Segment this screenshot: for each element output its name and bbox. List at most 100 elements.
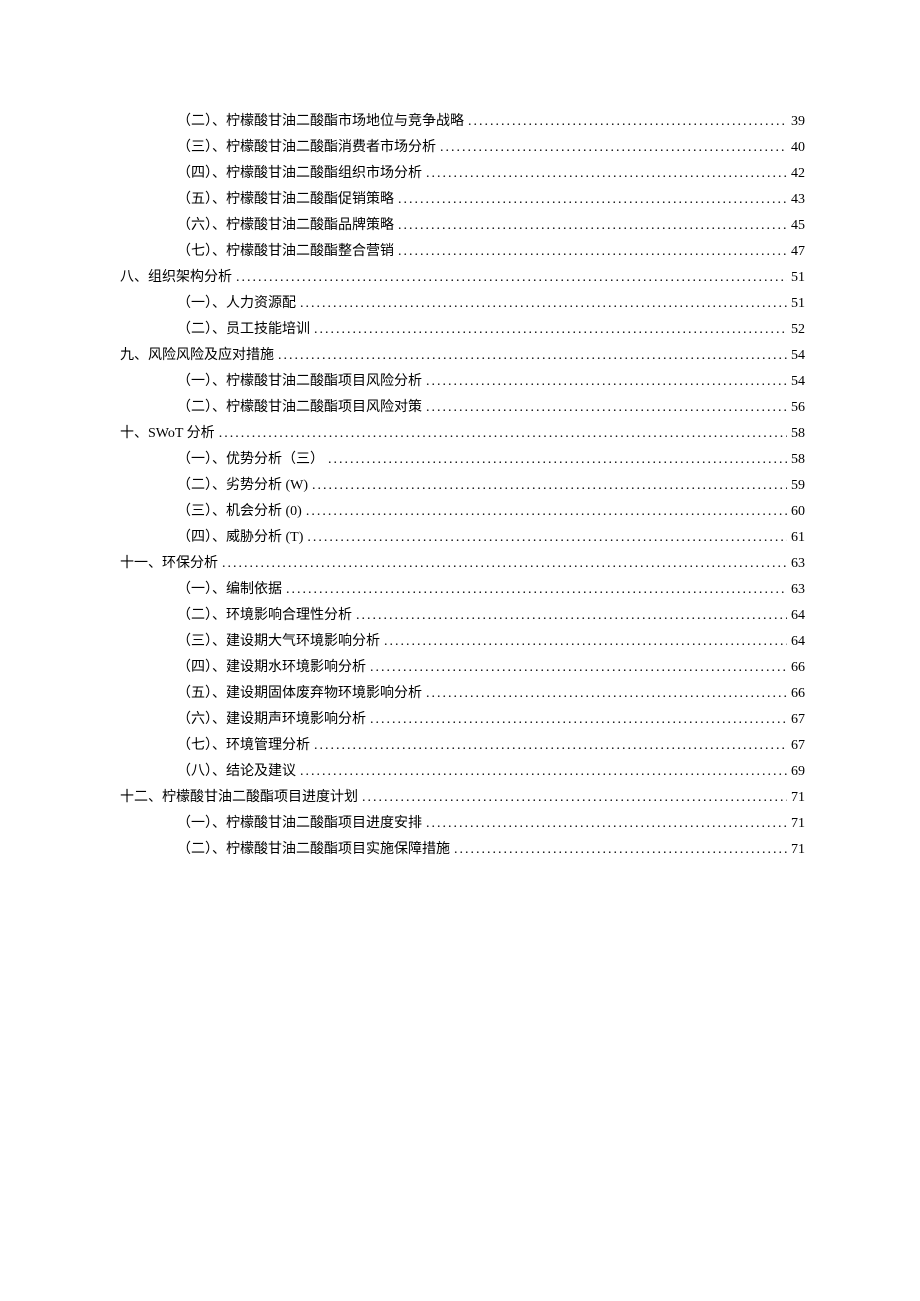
toc-entry-page: 54 (791, 375, 805, 389)
toc-entry-page: 45 (791, 219, 805, 233)
toc-leader-dots (398, 193, 787, 207)
toc-entry-label: （二）、柠檬酸甘油二酸酯项目实施保障措施 (177, 843, 450, 857)
toc-entry-page: 40 (791, 141, 805, 155)
toc-entry-label: （五）、柠檬酸甘油二酸酯促销策略 (177, 193, 394, 207)
toc-entry: （六）、建设期声环境影响分析 67 (120, 713, 805, 727)
toc-entry-label: （四）、威胁分析 (T) (177, 531, 303, 545)
toc-entry-label: （一）、编制依据 (177, 583, 282, 597)
toc-leader-dots (219, 427, 787, 441)
toc-entry-page: 67 (791, 739, 805, 753)
toc-leader-dots (314, 739, 787, 753)
toc-entry-label: （六）、建设期声环境影响分析 (177, 713, 366, 727)
toc-entry: （一）、柠檬酸甘油二酸酯项目风险分析54 (120, 375, 805, 389)
toc-entry-label: （一）、人力资源配 (177, 297, 296, 311)
toc-entry-page: 56 (791, 401, 805, 415)
toc-leader-dots (307, 531, 787, 545)
toc-entry: （二）、环境影响合理性分析 64 (120, 609, 805, 623)
toc-entry-label: （一）、柠檬酸甘油二酸酯项目进度安排 (177, 817, 422, 831)
toc-leader-dots (426, 401, 787, 415)
toc-entry-page: 63 (791, 583, 805, 597)
toc-entry: 十一、环保分析 63 (120, 557, 805, 571)
toc-entry-page: 59 (791, 479, 805, 493)
toc-entry-label: 八、组织架构分析 (120, 271, 232, 285)
toc-entry: （八）、结论及建议69 (120, 765, 805, 779)
toc-entry: （二）、柠檬酸甘油二酸酯项目风险对策 56 (120, 401, 805, 415)
toc-entry-page: 63 (791, 557, 805, 571)
toc-entry: （六）、柠檬酸甘油二酸酯品牌策略 45 (120, 219, 805, 233)
toc-entry-page: 66 (791, 661, 805, 675)
toc-entry-label: （五）、建设期固体废弃物环境影响分析 (177, 687, 422, 701)
toc-entry-label: 十一、环保分析 (120, 557, 218, 571)
toc-leader-dots (222, 557, 787, 571)
toc-leader-dots (370, 661, 787, 675)
toc-leader-dots (370, 713, 787, 727)
toc-entry-page: 66 (791, 687, 805, 701)
toc-leader-dots (236, 271, 787, 285)
toc-leader-dots (398, 245, 787, 259)
toc-entry-label: （七）、柠檬酸甘油二酸酯整合营销 (177, 245, 394, 259)
toc-entry: （二）、劣势分析 (W) 59 (120, 479, 805, 493)
toc-entry-label: （四）、建设期水环境影响分析 (177, 661, 366, 675)
toc-entry-label: 九、风险风险及应对措施 (120, 349, 274, 363)
toc-leader-dots (356, 609, 787, 623)
toc-entry-page: 69 (791, 765, 805, 779)
toc-leader-dots (314, 323, 787, 337)
toc-entry: （二）、柠檬酸甘油二酸酯项目实施保障措施 71 (120, 843, 805, 857)
toc-entry-label: （二）、员工技能培训 (177, 323, 310, 337)
toc-entry: （五）、建设期固体废弃物环境影响分析 66 (120, 687, 805, 701)
toc-leader-dots (426, 167, 787, 181)
toc-entry-page: 64 (791, 609, 805, 623)
toc-entry: （七）、环境管理分析67 (120, 739, 805, 753)
toc-entry: （一）、优势分析（三）58 (120, 453, 805, 467)
toc-leader-dots (300, 297, 787, 311)
toc-entry: （七）、柠檬酸甘油二酸酯整合营销47 (120, 245, 805, 259)
toc-entry-label: （四）、柠檬酸甘油二酸酯组织市场分析 (177, 167, 422, 181)
toc-entry-page: 51 (791, 271, 805, 285)
toc-entry: （三）、柠檬酸甘油二酸酯消费者市场分析40 (120, 141, 805, 155)
toc-entry-page: 67 (791, 713, 805, 727)
toc-leader-dots (454, 843, 787, 857)
toc-entry: （四）、建设期水环境影响分析 66 (120, 661, 805, 675)
toc-leader-dots (328, 453, 787, 467)
toc-leader-dots (362, 791, 787, 805)
toc-entry: 八、组织架构分析 51 (120, 271, 805, 285)
toc-leader-dots (312, 479, 787, 493)
toc-list: （二）、柠檬酸甘油二酸酯市场地位与竞争战略 39 （三）、柠檬酸甘油二酸酯消费者市场… (120, 115, 805, 857)
toc-entry-label: （二）、环境影响合理性分析 (177, 609, 352, 623)
toc-entry: （一）、编制依据 63 (120, 583, 805, 597)
toc-entry: （一）、柠檬酸甘油二酸酯项目进度安排 71 (120, 817, 805, 831)
toc-entry-page: 64 (791, 635, 805, 649)
toc-entry-page: 71 (791, 843, 805, 857)
toc-entry: （二）、柠檬酸甘油二酸酯市场地位与竞争战略 39 (120, 115, 805, 129)
toc-leader-dots (440, 141, 787, 155)
toc-entry-page: 54 (791, 349, 805, 363)
toc-entry-page: 52 (791, 323, 805, 337)
toc-entry-page: 43 (791, 193, 805, 207)
toc-leader-dots (398, 219, 787, 233)
toc-entry: 十、SWoT 分析 58 (120, 427, 805, 441)
toc-entry: （三）、机会分析 (0) 60 (120, 505, 805, 519)
toc-leader-dots (426, 375, 787, 389)
toc-leader-dots (426, 687, 787, 701)
toc-leader-dots (384, 635, 787, 649)
toc-entry: （二）、员工技能培训 52 (120, 323, 805, 337)
toc-entry-page: 39 (791, 115, 805, 129)
toc-entry-label: （二）、柠檬酸甘油二酸酯项目风险对策 (177, 401, 422, 415)
toc-entry-label: （二）、柠檬酸甘油二酸酯市场地位与竞争战略 (177, 115, 464, 129)
toc-entry-page: 58 (791, 427, 805, 441)
toc-leader-dots (426, 817, 787, 831)
toc-leader-dots (306, 505, 787, 519)
toc-entry: （三）、建设期大气环境影响分析64 (120, 635, 805, 649)
toc-entry: （一）、人力资源配51 (120, 297, 805, 311)
toc-entry-label: （一）、优势分析（三） (177, 453, 324, 467)
toc-entry-label: （六）、柠檬酸甘油二酸酯品牌策略 (177, 219, 394, 233)
toc-entry: （五）、柠檬酸甘油二酸酯促销策略 43 (120, 193, 805, 207)
toc-entry-page: 42 (791, 167, 805, 181)
toc-leader-dots (468, 115, 787, 129)
toc-leader-dots (286, 583, 787, 597)
toc-entry-label: 十二、柠檬酸甘油二酸酯项目进度计划 (120, 791, 358, 805)
toc-entry-page: 61 (791, 531, 805, 545)
toc-entry: 九、风险风险及应对措施 54 (120, 349, 805, 363)
toc-entry-page: 71 (791, 817, 805, 831)
toc-entry: （四）、威胁分析 (T) 61 (120, 531, 805, 545)
